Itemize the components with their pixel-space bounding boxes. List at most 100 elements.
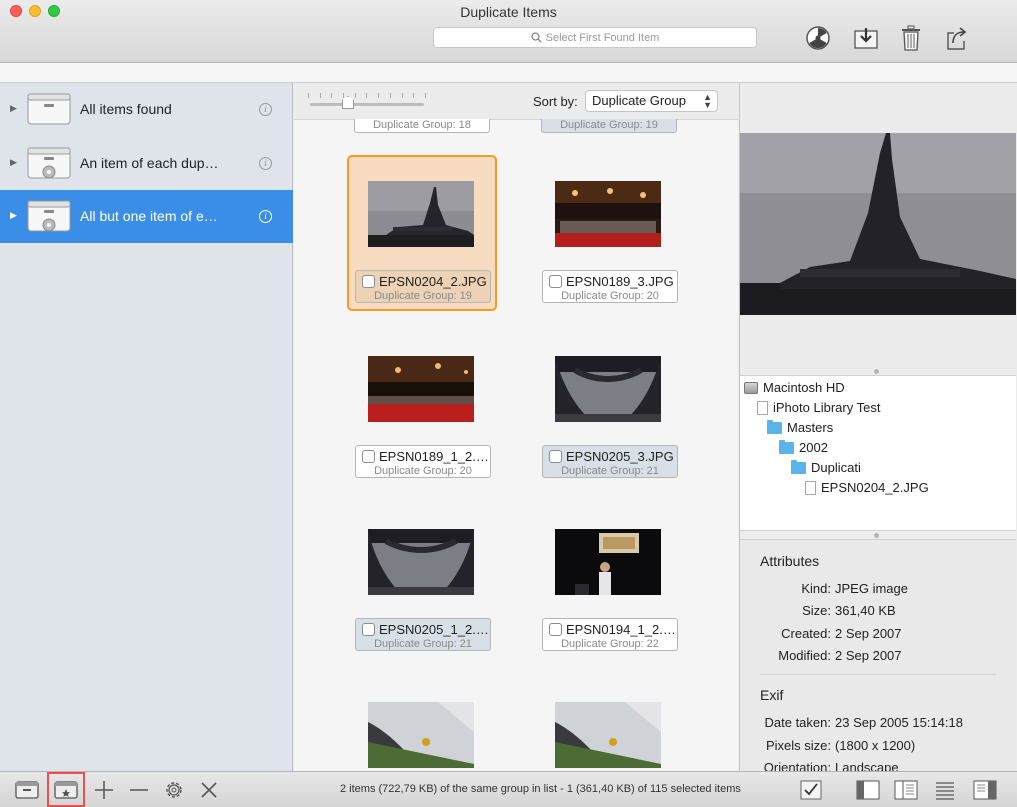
trash-icon xyxy=(902,25,920,51)
trash-button[interactable] xyxy=(897,24,925,52)
sort-label: Sort by: xyxy=(533,94,578,109)
toolbar-subbar xyxy=(0,63,1017,83)
gear-icon xyxy=(166,782,182,798)
sidebar: ▶ All items found i ▶ An item of each du… xyxy=(0,83,293,771)
partial-caption[interactable]: Duplicate Group: 18 xyxy=(354,119,490,133)
tile-caption: EPSN0189_3.JPG Duplicate Group: 20 xyxy=(542,270,678,303)
path-item[interactable]: Duplicati xyxy=(791,459,861,475)
info-icon[interactable]: i xyxy=(259,210,272,223)
title-bar: Duplicate Items Select First Found Item xyxy=(0,0,1017,63)
tile-checkbox[interactable] xyxy=(362,275,375,288)
attribute-value: 361,40 KB xyxy=(835,603,896,618)
tile-checkbox[interactable] xyxy=(549,275,562,288)
disclosure-arrow-icon[interactable]: ▶ xyxy=(10,103,17,114)
layout-list-button[interactable] xyxy=(933,779,957,801)
path-item[interactable]: Masters xyxy=(767,419,834,435)
duplicate-tile[interactable]: EPSN0205_3.JPG Duplicate Group: 21 xyxy=(534,330,684,486)
tile-caption: EPSN0194_1_2.… Duplicate Group: 22 xyxy=(542,618,678,651)
sidebar-item-all-but-one[interactable]: ▶ All but one item of e… i xyxy=(0,190,293,243)
search-field[interactable]: Select First Found Item xyxy=(433,27,757,48)
thumbnail-size-slider[interactable] xyxy=(310,103,424,106)
radiation-icon xyxy=(806,26,830,50)
file-name: EPSN0189_1_2.… xyxy=(379,449,489,464)
tile-checkbox[interactable] xyxy=(549,450,562,463)
group-label: Duplicate Group: 21 xyxy=(561,465,659,477)
path-label: Masters xyxy=(787,420,834,435)
disclosure-arrow-icon[interactable]: ▶ xyxy=(10,157,17,168)
disclosure-arrow-icon[interactable]: ▶ xyxy=(10,210,17,221)
path-label: Duplicati xyxy=(811,460,861,475)
move-to-folder-button[interactable] xyxy=(852,24,880,52)
smart-select-button[interactable] xyxy=(54,779,78,801)
share-icon xyxy=(947,27,967,50)
hard-disk-icon xyxy=(744,381,758,394)
attribute-value: JPEG image xyxy=(835,581,908,596)
tile-caption: EPSN0205_1_2.… Duplicate Group: 21 xyxy=(355,618,491,651)
slider-ticks xyxy=(308,93,426,99)
image-file-icon xyxy=(805,480,816,495)
photo-thumbnail xyxy=(368,356,474,422)
window-title: Duplicate Items xyxy=(460,4,557,20)
duplicate-tile[interactable]: EPSN0194_1_2.… Duplicate Group: 22 xyxy=(534,503,684,659)
photo-thumbnail xyxy=(368,702,474,768)
bottom-bar: 2 items (722,79 KB) of the same group in… xyxy=(0,771,1017,807)
splitter-handle[interactable] xyxy=(874,369,879,374)
status-text: 2 items (722,79 KB) of the same group in… xyxy=(340,783,741,795)
attributes-panel: Attributes Kind: JPEG image Size: 361,40 K… xyxy=(740,539,1016,772)
duplicate-tile[interactable]: EPSN0189_1_2.… Duplicate Group: 20 xyxy=(347,330,497,486)
duplicate-browser: Sort by: Duplicate Group ▲ ▼ Duplicate Gr… xyxy=(294,83,738,771)
group-label: Duplicate Group: 19 xyxy=(374,290,472,302)
tile-caption: EPSN0205_3.JPG Duplicate Group: 21 xyxy=(542,445,678,478)
path-label: EPSN0204_2.JPG xyxy=(821,480,929,495)
drive-tools-icon xyxy=(15,781,39,799)
drive-button[interactable] xyxy=(15,779,39,801)
sort-select[interactable]: Duplicate Group ▲ ▼ xyxy=(585,90,718,112)
path-item[interactable]: 2002 xyxy=(779,439,828,455)
file-name: EPSN0204_2.JPG xyxy=(379,274,487,289)
close-icon xyxy=(201,782,217,798)
remove-button[interactable] xyxy=(127,779,151,801)
chevron-updown-icon: ▲ ▼ xyxy=(703,92,712,110)
splitter-handle[interactable] xyxy=(874,533,879,538)
sidebar-item-all-items[interactable]: ▶ All items found i xyxy=(0,83,293,136)
drive-gear-icon xyxy=(27,200,71,232)
sidebar-item-label: All items found xyxy=(80,101,172,117)
list-icon xyxy=(936,782,954,800)
duplicate-tile[interactable] xyxy=(347,676,497,771)
info-icon[interactable]: i xyxy=(259,103,272,116)
layout-left-panel-button[interactable] xyxy=(856,779,880,801)
share-button[interactable] xyxy=(943,24,971,52)
tile-checkbox[interactable] xyxy=(549,623,562,636)
duplicate-tile[interactable]: EPSN0204_2.JPG Duplicate Group: 19 xyxy=(347,155,497,311)
info-icon[interactable]: i xyxy=(259,157,272,170)
exif-key: Pixels size: xyxy=(765,738,831,753)
path-label: iPhoto Library Test xyxy=(773,400,881,415)
path-item[interactable]: EPSN0204_2.JPG xyxy=(805,480,929,495)
add-button[interactable] xyxy=(92,779,116,801)
sidebar-item-label: An item of each dup… xyxy=(80,155,219,171)
duplicate-tile[interactable] xyxy=(534,676,684,771)
partial-caption[interactable]: Duplicate Group: 19 xyxy=(541,119,677,133)
path-item[interactable]: iPhoto Library Test xyxy=(757,400,880,415)
photo-thumbnail xyxy=(555,356,661,422)
sidebar-item-one-of-each[interactable]: ▶ An item of each dup… i xyxy=(0,137,293,190)
radiation-button[interactable] xyxy=(804,24,832,52)
tile-checkbox[interactable] xyxy=(362,450,375,463)
layout-columns-button[interactable] xyxy=(894,779,918,801)
duplicate-tile[interactable]: EPSN0189_3.JPG Duplicate Group: 20 xyxy=(534,155,684,311)
settings-button[interactable] xyxy=(162,779,186,801)
duplicate-tile[interactable]: EPSN0205_1_2.… Duplicate Group: 21 xyxy=(347,503,497,659)
attribute-key: Kind: xyxy=(801,581,831,596)
tile-checkbox[interactable] xyxy=(362,623,375,636)
photo-thumbnail xyxy=(368,181,474,247)
plus-icon xyxy=(95,781,113,799)
columns-icon xyxy=(894,780,918,800)
path-label: Macintosh HD xyxy=(763,380,845,395)
photo-thumbnail xyxy=(555,529,661,595)
close-button[interactable] xyxy=(197,779,221,801)
path-item[interactable]: Macintosh HD xyxy=(744,380,845,395)
inspector-panel: Macintosh HD iPhoto Library Test Masters… xyxy=(739,83,1017,772)
layout-right-panel-button[interactable] xyxy=(973,779,997,801)
folder-icon xyxy=(767,419,782,434)
check-button[interactable] xyxy=(799,779,823,801)
